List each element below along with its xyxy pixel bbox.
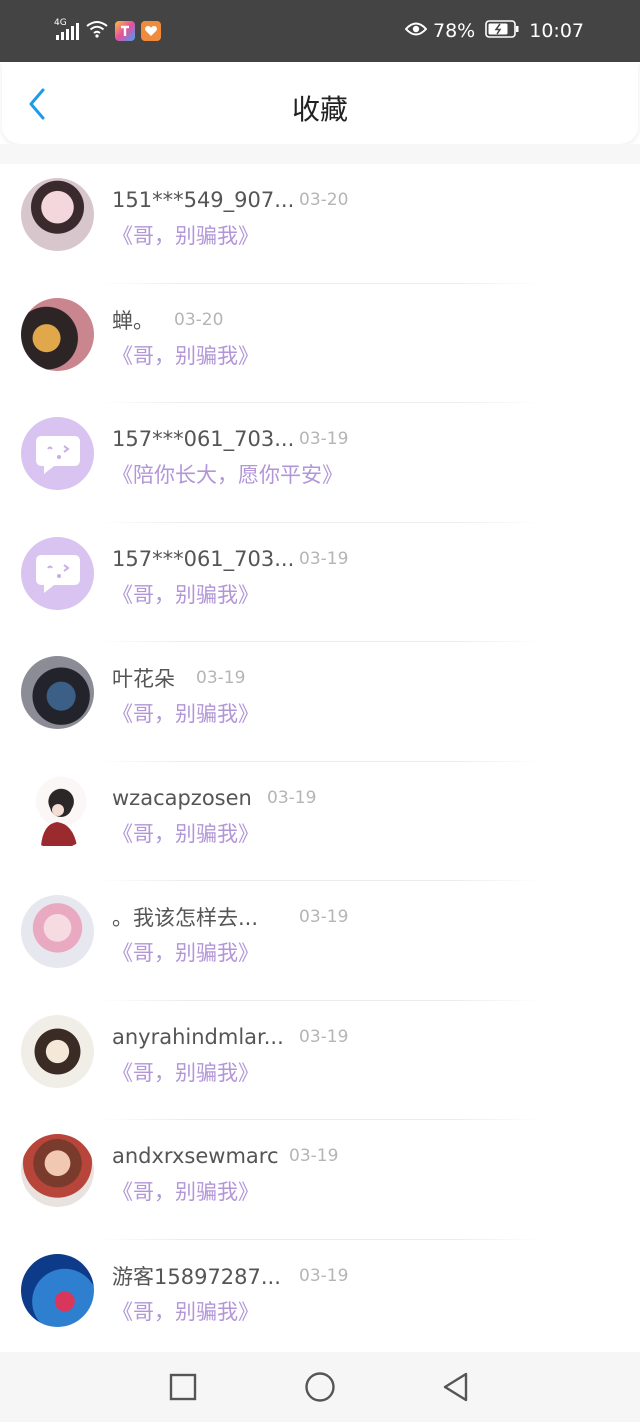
user-name: 151***549_907...: [112, 188, 295, 212]
default-avatar-icon: [35, 435, 80, 474]
user-name: 蝉。: [112, 308, 154, 333]
avatar[interactable]: [21, 775, 94, 849]
user-name: 叶花朵: [112, 667, 175, 691]
app-notification-icon: [141, 21, 161, 41]
page-title: 收藏: [291, 93, 348, 126]
favorite-date: 03-19: [267, 787, 317, 808]
recent-apps-icon: [169, 1373, 197, 1401]
work-title[interactable]: 《哥，别骗我》: [112, 1057, 259, 1087]
default-avatar-icon: [35, 555, 80, 593]
signal-icon: 4G: [54, 18, 79, 40]
work-title[interactable]: 《哥，别骗我》: [112, 220, 259, 250]
list-item[interactable]: 。我该怎样去... 03-19 《哥，别骗我》: [0, 881, 640, 1001]
favorite-date: 03-19: [289, 1146, 339, 1166]
user-name: 。我该怎样去...: [112, 906, 259, 930]
home-icon: [305, 1372, 335, 1402]
favorite-date: 03-19: [299, 1265, 349, 1286]
work-title[interactable]: 《哥，别骗我》: [112, 937, 259, 967]
home-button[interactable]: [303, 1370, 337, 1404]
list-item[interactable]: 游客15897287... 03-19 《哥，别骗我》: [0, 1240, 640, 1360]
list-item[interactable]: 蝉。 03-20 《哥，别骗我》: [0, 284, 640, 403]
user-name: 游客15897287...: [112, 1264, 281, 1289]
back-icon: [443, 1372, 468, 1402]
favorite-date: 03-19: [299, 907, 349, 927]
list-item[interactable]: andxrxsewmarc 03-19 《哥，别骗我》: [0, 1120, 640, 1240]
eye-icon: [404, 20, 428, 42]
work-title[interactable]: 《哥，别骗我》: [112, 1296, 259, 1326]
battery-percent: 78%: [433, 20, 476, 42]
status-left: 4G: [54, 18, 161, 44]
list-item[interactable]: anyrahindmlar... 03-19 《哥，别骗我》: [0, 1001, 640, 1120]
list-item[interactable]: 157***061_703... 03-19 《哥，别骗我》: [0, 523, 640, 642]
list-item[interactable]: 151***549_907... 03-20 《哥，别骗我》: [0, 164, 640, 284]
user-name: andxrxsewmarc: [112, 1144, 279, 1168]
favorite-date: 03-19: [299, 429, 349, 449]
wifi-icon: [85, 19, 109, 43]
header-separator: [0, 144, 640, 164]
avatar[interactable]: [21, 1014, 94, 1088]
work-title[interactable]: 《哥，别骗我》: [112, 818, 259, 848]
work-title[interactable]: 《哥，别骗我》: [112, 579, 259, 609]
avatar[interactable]: [21, 297, 94, 371]
list-item[interactable]: 157***061_703... 03-19 《陪你长大，愿你平安》: [0, 403, 640, 523]
system-nav-bar: [0, 1352, 640, 1422]
avatar[interactable]: [21, 417, 94, 490]
favorites-list: 151***549_907... 03-20 《哥，别骗我》 蝉。 03-20 …: [0, 164, 640, 1359]
favorite-date: 03-20: [174, 309, 224, 330]
back-nav-button[interactable]: [439, 1370, 473, 1404]
work-title[interactable]: 《哥，别骗我》: [112, 1176, 259, 1206]
avatar[interactable]: [21, 178, 94, 251]
avatar[interactable]: [21, 1253, 94, 1327]
avatar[interactable]: [21, 656, 94, 729]
user-name: 157***061_703...: [112, 427, 295, 451]
user-name: 157***061_703...: [112, 546, 295, 571]
battery-icon: [485, 19, 519, 43]
list-item[interactable]: wzacapzosen 03-19 《哥，别骗我》: [0, 762, 640, 881]
top-app-bar: 收藏: [2, 62, 638, 144]
list-item[interactable]: 叶花朵 03-19 《哥，别骗我》: [0, 642, 640, 762]
app-notification-icon: [115, 21, 135, 41]
clock: 10:07: [529, 20, 584, 42]
network-type: 4G: [54, 18, 67, 28]
work-title[interactable]: 《哥，别骗我》: [112, 698, 259, 728]
status-right: 78% 10:07: [404, 18, 584, 44]
user-name: wzacapzosen: [112, 785, 252, 810]
favorite-date: 03-19: [299, 548, 349, 569]
status-bar: 4G 78% 10:07: [0, 0, 640, 62]
avatar[interactable]: [21, 536, 94, 610]
work-title[interactable]: 《陪你长大，愿你平安》: [112, 459, 343, 489]
user-name: anyrahindmlar...: [112, 1024, 284, 1049]
avatar[interactable]: [21, 895, 94, 968]
recent-apps-button[interactable]: [166, 1370, 200, 1404]
favorite-date: 03-19: [299, 1026, 349, 1047]
work-title[interactable]: 《哥，别骗我》: [112, 340, 259, 370]
avatar[interactable]: [21, 1134, 94, 1207]
favorite-date: 03-19: [196, 668, 246, 688]
favorite-date: 03-20: [299, 190, 349, 210]
